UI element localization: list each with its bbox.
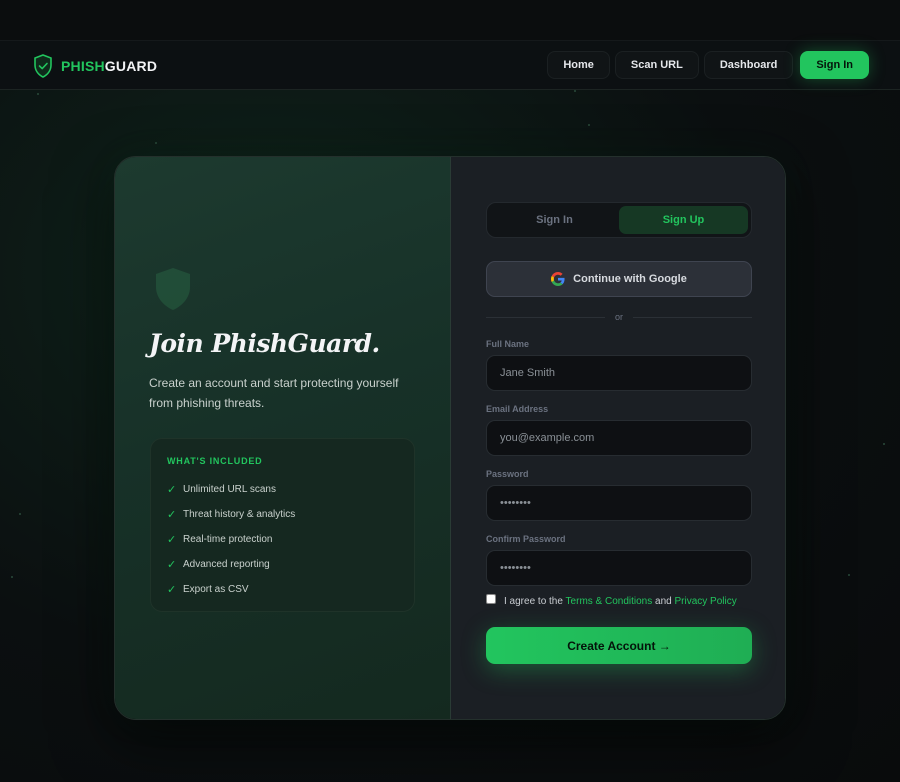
tab-sign-in[interactable]: Sign In <box>490 206 619 234</box>
confirm-password-input[interactable] <box>486 550 752 586</box>
auth-tabs: Sign In Sign Up <box>486 202 752 238</box>
check-icon: ✓ <box>167 509 177 521</box>
included-item-label: Advanced reporting <box>183 559 270 570</box>
nav-home[interactable]: Home <box>547 51 610 79</box>
google-icon <box>551 272 565 286</box>
check-icon: ✓ <box>167 559 177 571</box>
or-divider: or <box>486 310 753 324</box>
create-account-button[interactable]: Create Account → <box>486 627 752 664</box>
password-input[interactable] <box>486 485 752 521</box>
full-name-input[interactable] <box>486 355 752 391</box>
included-item-label: Real-time protection <box>183 534 273 545</box>
included-item: ✓ Real-time protection <box>167 527 398 552</box>
tab-sign-up[interactable]: Sign Up <box>619 206 748 234</box>
password-label: Password <box>486 469 529 479</box>
terms-checkbox[interactable] <box>486 593 496 604</box>
divider-line <box>633 316 753 318</box>
nav-sign-in-button[interactable]: Sign In <box>800 51 869 79</box>
confirm-password-label: Confirm Password <box>486 534 566 544</box>
brand-name-part2: GUARD <box>104 58 158 74</box>
terms-prefix: I agree to the <box>504 596 563 607</box>
google-signin-button[interactable]: Continue with Google <box>486 261 752 297</box>
shield-check-icon <box>34 54 52 78</box>
promo-subline: Create an account and start protecting y… <box>149 376 399 410</box>
promo-panel: Join PhishGuard. Create an account and s… <box>115 157 451 719</box>
divider-line <box>486 316 605 318</box>
included-item: ✓ Advanced reporting <box>167 552 398 577</box>
shield-icon <box>156 268 190 310</box>
included-item: ✓ Export as CSV <box>167 577 398 602</box>
background-dot <box>588 124 590 126</box>
brand-name: PHISHGUARD <box>61 58 157 74</box>
background-dot <box>11 576 13 578</box>
email-input[interactable] <box>486 420 752 456</box>
brand-name-part1: PHISH <box>61 58 105 74</box>
terms-text: I agree to the Terms & Conditions and Pr… <box>504 596 737 607</box>
nav-scan-url[interactable]: Scan URL <box>614 51 699 79</box>
email-label: Email Address <box>486 404 549 414</box>
included-box: WHAT'S INCLUDED ✓ Unlimited URL scans ✓ Th… <box>150 438 415 612</box>
nav-dashboard[interactable]: Dashboard <box>703 51 794 79</box>
check-icon: ✓ <box>167 584 177 596</box>
promo-headline: Join PhishGuard. <box>149 329 380 358</box>
included-item-label: Export as CSV <box>183 584 249 595</box>
background-dot <box>848 574 850 576</box>
terms-and: and <box>655 596 672 607</box>
background-dot <box>574 90 576 92</box>
full-name-label: Full Name <box>486 339 530 349</box>
background-dot <box>155 142 157 144</box>
background-dot <box>883 443 885 445</box>
check-icon: ✓ <box>167 534 177 546</box>
top-navbar: PHISHGUARD Home Scan URL Dashboard Sign … <box>0 40 900 90</box>
included-item: ✓ Unlimited URL scans <box>167 477 398 502</box>
or-text: or <box>615 312 624 322</box>
brand-logo[interactable]: PHISHGUARD <box>33 54 157 78</box>
check-icon: ✓ <box>167 484 177 496</box>
google-button-label: Continue with Google <box>573 273 687 285</box>
background-dot <box>19 513 21 515</box>
included-title: WHAT'S INCLUDED <box>167 456 263 466</box>
included-item-label: Threat history & analytics <box>183 509 296 520</box>
privacy-link[interactable]: Privacy Policy <box>675 596 737 607</box>
included-item-label: Unlimited URL scans <box>183 484 276 495</box>
background-dot <box>37 93 39 95</box>
auth-card: Join PhishGuard. Create an account and s… <box>114 156 786 720</box>
terms-link[interactable]: Terms & Conditions <box>566 596 653 607</box>
top-strip <box>0 0 900 40</box>
nav-links: Home Scan URL Dashboard Sign In <box>547 51 869 79</box>
terms-agreement: I agree to the Terms & Conditions and Pr… <box>486 593 737 607</box>
included-item: ✓ Threat history & analytics <box>167 502 398 527</box>
signup-form-panel: Sign In Sign Up Continue with Google or … <box>451 157 785 719</box>
